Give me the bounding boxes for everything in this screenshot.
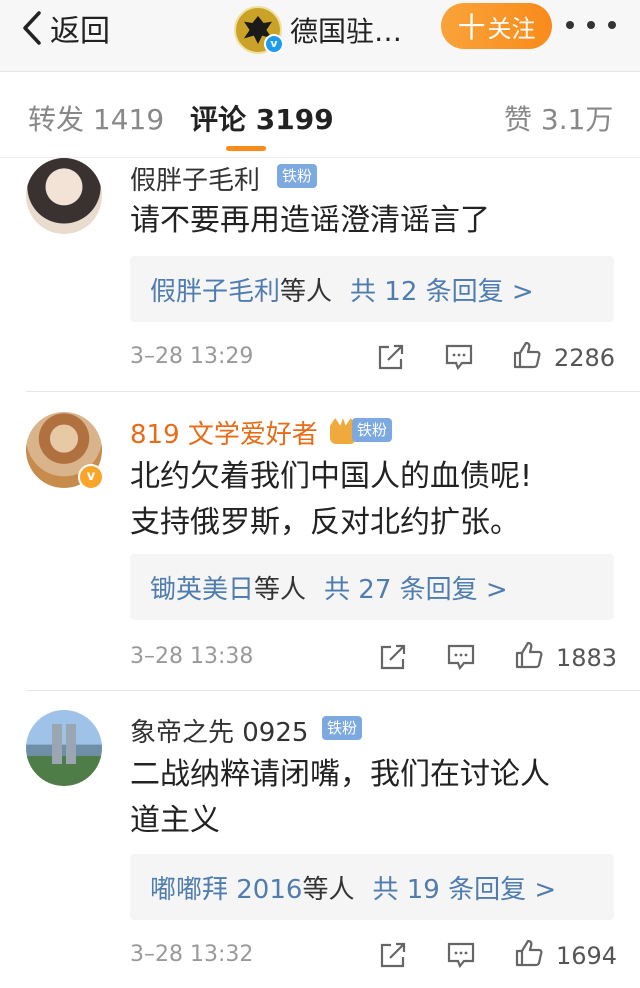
share-icon [380, 942, 406, 968]
comment-time: 3–28 13:29 [130, 344, 254, 369]
comment-item: v 819 文学爱好者 铁粉 北约欠着我们中国人的血债呢! 支持俄罗斯，反对北约… [0, 408, 640, 688]
fan-badge: 铁粉 [277, 164, 318, 188]
comment-icon [447, 644, 475, 671]
reply-count: 共 27 条回复 > [324, 574, 508, 605]
reply-count: 共 12 条回复 > [350, 276, 534, 307]
follow-button[interactable]: 十 关注 [441, 3, 552, 49]
reply-etc: 等人 [302, 874, 355, 905]
comment-icon [447, 942, 475, 969]
comment-text-line: 支持俄罗斯，反对北约扩张。 [130, 505, 520, 540]
comment-item: 象帝之先 0925 铁粉 二战纳粹请闭嘴，我们在讨论人 道主义 嘟嘟拜 2016… [0, 706, 640, 988]
comment-text-line: 道主义 [130, 803, 220, 838]
like-count: 1694 [556, 942, 618, 970]
share-button[interactable] [378, 940, 408, 974]
comment-text: 二战纳粹请闭嘴，我们在讨论人 道主义 [130, 752, 610, 844]
divider [26, 690, 640, 691]
chevron-left-icon [23, 11, 41, 45]
active-tab-indicator [226, 146, 266, 151]
back-label: 返回 [50, 14, 110, 49]
comment-text-line: 二战纳粹请闭嘴，我们在讨论人 [130, 757, 550, 792]
reply-etc: 等人 [254, 574, 307, 605]
dot-icon [587, 21, 595, 29]
share-icon [380, 644, 406, 670]
comment-button[interactable] [446, 940, 476, 974]
like-count: 1883 [556, 644, 618, 672]
thumbs-up-icon [515, 641, 543, 669]
thumbs-up-icon [513, 341, 541, 369]
comment-time: 3–28 13:38 [130, 644, 254, 669]
share-button[interactable] [376, 342, 406, 376]
comment-button[interactable] [446, 642, 476, 676]
more-options-button[interactable] [566, 18, 616, 32]
top-nav-bar: 返回 v 德国驻… 十 关注 [0, 0, 640, 72]
like-button[interactable] [512, 340, 542, 374]
tab-likes[interactable]: 赞 3.1万 [504, 98, 613, 138]
fan-badge: 铁粉 [352, 418, 393, 442]
verified-icon: v [78, 464, 104, 490]
back-button[interactable]: 返回 [20, 8, 110, 49]
like-button[interactable] [514, 640, 544, 674]
reply-user[interactable]: 锄英美日 [150, 569, 254, 606]
reply-user[interactable]: 嘟嘟拜 2016 [150, 869, 302, 906]
thumbs-up-icon [515, 939, 543, 967]
fan-badge: 铁粉 [322, 716, 363, 740]
share-icon [378, 344, 404, 370]
tab-repost[interactable]: 转发 1419 [28, 98, 164, 138]
tower-shape [66, 724, 76, 764]
replies-summary[interactable]: 嘟嘟拜 2016 等人共 19 条回复 > [130, 854, 614, 920]
plus-icon: 十 [457, 11, 486, 44]
comment-item: 假胖子毛利 铁粉 请不要再用造谣澄清谣言了 假胖子毛利 等人共 12 条回复 > … [0, 158, 640, 390]
tab-bar: 转发 1419 评论 3199 赞 3.1万 [0, 72, 640, 158]
share-button[interactable] [378, 642, 408, 676]
comment-button[interactable] [444, 342, 474, 376]
comment-username[interactable]: 假胖子毛利 [130, 160, 260, 197]
dot-icon [566, 21, 574, 29]
replies-summary[interactable]: 锄英美日 等人共 27 条回复 > [130, 554, 614, 620]
comment-text: 请不要再用造谣澄清谣言了 [130, 203, 490, 238]
avatar[interactable] [26, 710, 102, 786]
comment-username[interactable]: 象帝之先 0925 [130, 712, 308, 749]
like-count: 2286 [554, 344, 616, 372]
comment-username[interactable]: 819 文学爱好者 [130, 414, 318, 451]
tab-comments[interactable]: 评论 3199 [190, 98, 334, 138]
account-name[interactable]: 德国驻… [290, 10, 402, 50]
verified-icon: v [264, 34, 284, 54]
reply-count: 共 19 条回复 > [372, 874, 557, 905]
like-button[interactable] [514, 938, 544, 972]
dot-icon [608, 21, 616, 29]
comment-text: 北约欠着我们中国人的血债呢! 支持俄罗斯，反对北约扩张。 [130, 454, 610, 546]
divider [26, 391, 640, 392]
comment-text-line: 北约欠着我们中国人的血债呢! [130, 459, 533, 494]
avatar[interactable] [26, 158, 102, 234]
follow-label: 关注 [487, 14, 536, 43]
tower-shape [52, 724, 62, 764]
comment-icon [445, 344, 473, 371]
comment-time: 3–28 13:32 [130, 942, 254, 967]
replies-summary[interactable]: 假胖子毛利 等人共 12 条回复 > [130, 256, 614, 322]
reply-etc: 等人 [280, 276, 333, 307]
reply-user[interactable]: 假胖子毛利 [150, 271, 280, 308]
